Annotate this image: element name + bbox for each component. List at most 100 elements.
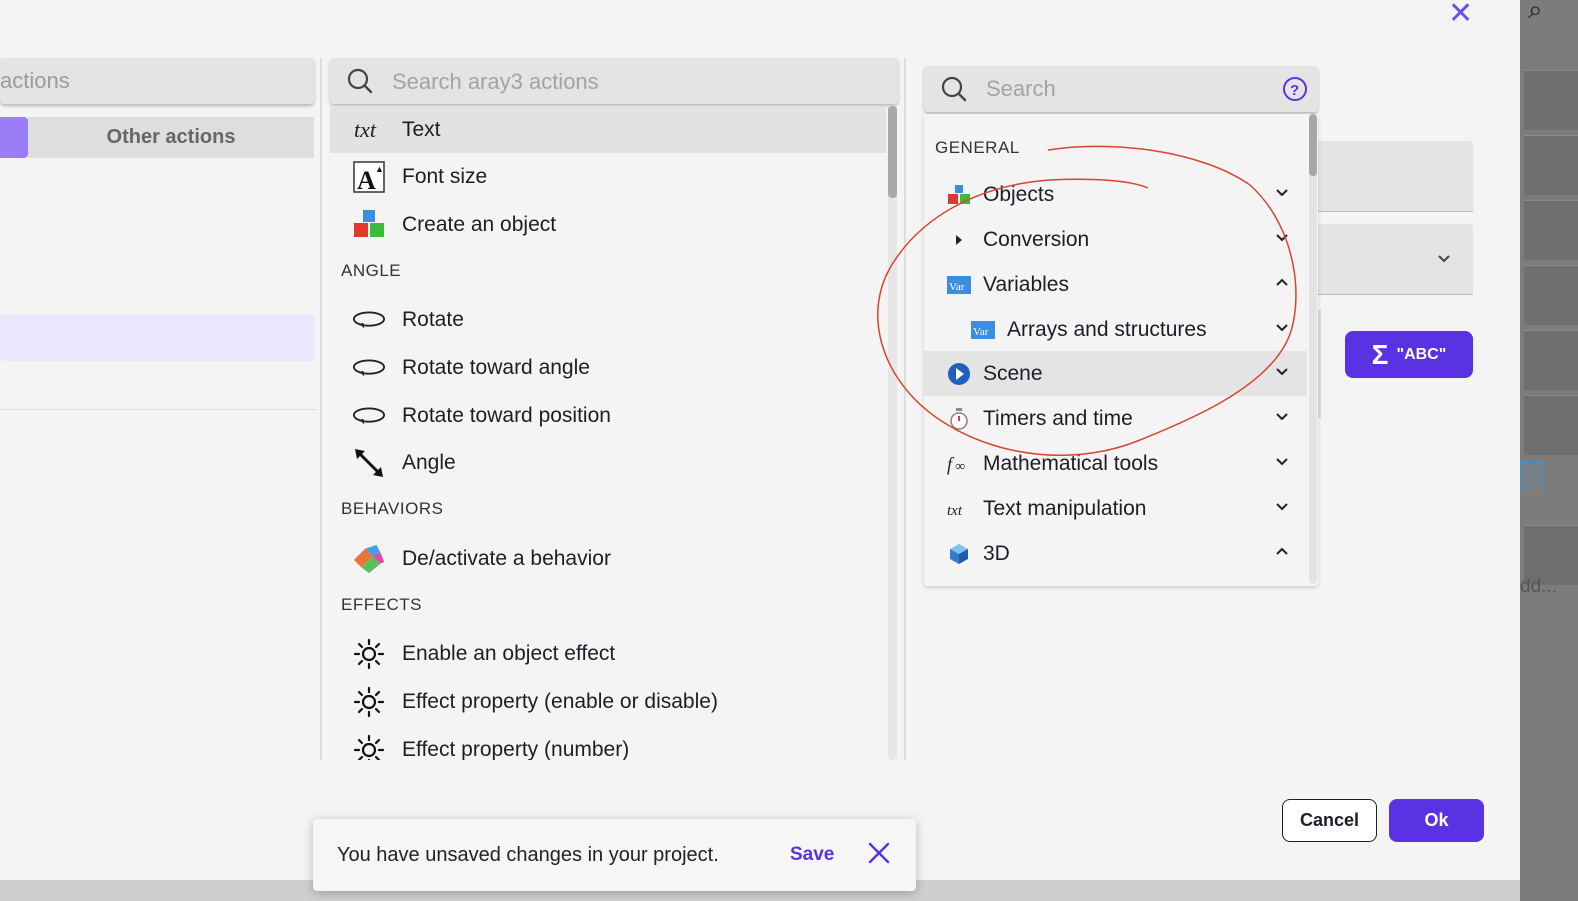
category-label: Mathematical tools bbox=[983, 451, 1159, 475]
parameter-field[interactable] bbox=[1318, 141, 1473, 212]
category-conversion[interactable]: Conversion bbox=[924, 217, 1307, 262]
txt-icon: txt bbox=[947, 497, 971, 521]
actions-list: txt Text A ▲ Font size Create an object A… bbox=[330, 106, 886, 760]
category-label: Scene bbox=[983, 361, 1043, 385]
section-title: EFFECTS bbox=[341, 595, 422, 614]
instruction-editor-dialog: ✕ actions Other actions Search aray3 act… bbox=[0, 0, 1520, 880]
category-scene[interactable]: Scene bbox=[924, 351, 1307, 396]
caret-right-icon bbox=[947, 228, 971, 252]
svg-text:?: ? bbox=[1290, 82, 1299, 99]
rotate-icon bbox=[352, 303, 386, 337]
svg-text:f: f bbox=[947, 454, 955, 474]
scrollbar-thumb[interactable] bbox=[888, 106, 897, 198]
chevron-up-icon bbox=[1276, 278, 1288, 286]
svg-text:A: A bbox=[357, 166, 376, 193]
category-3d[interactable]: 3D bbox=[924, 531, 1307, 576]
parameter-select[interactable] bbox=[1318, 224, 1473, 295]
action-label: De/activate a behavior bbox=[402, 546, 611, 570]
chevron-down-icon bbox=[1276, 189, 1288, 197]
category-text-manipulation[interactable]: txt Text manipulation bbox=[924, 486, 1307, 531]
action-item[interactable]: Angle bbox=[330, 439, 886, 486]
effect-icon bbox=[352, 637, 386, 671]
action-item[interactable]: De/activate a behavior bbox=[330, 535, 886, 582]
category-mathematical-tools[interactable]: f ∞ Mathematical tools bbox=[924, 441, 1307, 486]
actions-search-placeholder: Search aray3 actions bbox=[392, 69, 599, 94]
cancel-button[interactable]: Cancel bbox=[1282, 799, 1377, 842]
create-object-icon bbox=[352, 208, 386, 242]
tab-other-actions[interactable]: Other actions bbox=[28, 117, 314, 158]
close-icon[interactable] bbox=[866, 840, 892, 866]
actions-scrollbar[interactable] bbox=[888, 106, 897, 760]
var-icon: Var bbox=[947, 273, 971, 297]
action-item[interactable]: Rotate bbox=[330, 296, 886, 343]
divider bbox=[1318, 310, 1321, 418]
left-search-input[interactable]: actions bbox=[0, 58, 314, 104]
rotate-icon bbox=[352, 399, 386, 433]
snackbar-message: You have unsaved changes in your project… bbox=[337, 844, 719, 866]
action-label: Angle bbox=[402, 450, 456, 474]
action-label: Effect property (number) bbox=[402, 737, 630, 761]
scrollbar-thumb[interactable] bbox=[1309, 114, 1317, 176]
category-label: Variables bbox=[983, 272, 1069, 296]
action-label: Effect property (enable or disable) bbox=[402, 689, 718, 713]
expression-editor-button[interactable]: Σ "ABC" bbox=[1345, 331, 1473, 378]
action-label: Rotate toward angle bbox=[402, 355, 590, 379]
background-partial-text: dd... bbox=[1520, 576, 1557, 597]
action-item[interactable]: Effect property (enable or disable) bbox=[330, 678, 886, 725]
chevron-down-icon bbox=[1276, 324, 1288, 332]
expression-search-field[interactable]: Search ? bbox=[924, 66, 1318, 112]
chevron-down-icon bbox=[1276, 458, 1288, 466]
action-label: Rotate toward position bbox=[402, 403, 611, 427]
chevron-down-icon bbox=[1276, 413, 1288, 421]
action-item[interactable]: Create an object bbox=[330, 201, 886, 248]
chevron-down-icon bbox=[1438, 255, 1450, 263]
column-divider bbox=[904, 58, 906, 760]
action-item[interactable]: Rotate toward angle bbox=[330, 344, 886, 391]
category-variables[interactable]: Var Variables bbox=[924, 262, 1307, 307]
column-divider bbox=[320, 58, 322, 760]
action-label: Text bbox=[402, 117, 441, 141]
category-scrollbar[interactable] bbox=[1309, 114, 1317, 584]
behavior-icon bbox=[352, 542, 386, 576]
action-label: Create an object bbox=[402, 212, 557, 236]
category-objects[interactable]: Objects bbox=[924, 172, 1307, 217]
section-title: BEHAVIORS bbox=[341, 499, 444, 518]
background-input bbox=[1520, 462, 1544, 492]
var-icon: Var bbox=[971, 318, 995, 342]
actions-search-field[interactable]: Search aray3 actions bbox=[330, 58, 898, 104]
expression-search-placeholder: Search bbox=[986, 76, 1056, 101]
section-title: ANGLE bbox=[341, 261, 402, 280]
category-arrays-and-structures[interactable]: Var Arrays and structures bbox=[924, 307, 1307, 352]
ok-button[interactable]: Ok bbox=[1389, 799, 1484, 842]
tab-object-actions[interactable] bbox=[0, 117, 28, 158]
expression-button-label: "ABC" bbox=[1396, 345, 1447, 363]
save-button[interactable]: Save bbox=[790, 844, 834, 866]
action-item[interactable]: A ▲ Font size bbox=[330, 153, 886, 200]
left-selected-object[interactable] bbox=[0, 314, 314, 361]
angle-arrow-icon bbox=[352, 446, 386, 480]
scene-play-icon bbox=[947, 362, 971, 386]
action-item[interactable]: txt Text bbox=[330, 106, 886, 153]
action-label: Rotate bbox=[402, 307, 464, 331]
help-icon[interactable]: ? bbox=[1282, 76, 1308, 102]
txt-icon: txt bbox=[352, 113, 386, 147]
action-item[interactable]: Enable an object effect bbox=[330, 630, 886, 677]
category-label: 3D bbox=[983, 541, 1010, 565]
rotate-icon bbox=[352, 351, 386, 385]
math-fx-icon: f ∞ bbox=[947, 452, 971, 476]
category-label: Text manipulation bbox=[983, 496, 1147, 520]
chevron-down-icon bbox=[1276, 368, 1288, 376]
action-label: Enable an object effect bbox=[402, 641, 616, 665]
effect-icon bbox=[352, 685, 386, 719]
svg-text:∞: ∞ bbox=[955, 458, 965, 473]
category-timers-and-time[interactable]: Timers and time bbox=[924, 396, 1307, 441]
background-window: ⌕ dd... bbox=[1520, 0, 1578, 901]
unsaved-changes-snackbar: You have unsaved changes in your project… bbox=[313, 819, 916, 891]
font-size-icon: A ▲ bbox=[352, 160, 386, 194]
svg-text:Var: Var bbox=[973, 326, 989, 338]
close-dialog-button[interactable]: ✕ bbox=[1448, 0, 1473, 31]
action-item[interactable]: Rotate toward position bbox=[330, 392, 886, 439]
chevron-up-icon bbox=[1276, 547, 1288, 555]
action-item[interactable]: Effect property (number) bbox=[330, 726, 886, 760]
category-label: Objects bbox=[983, 182, 1055, 206]
